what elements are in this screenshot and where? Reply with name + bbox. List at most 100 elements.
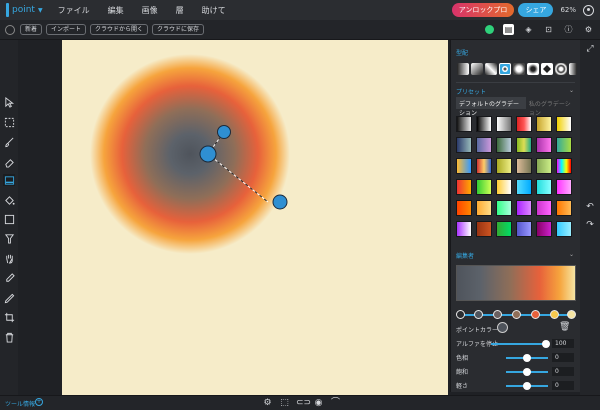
gradient-preset-swatch[interactable] (556, 158, 572, 174)
property-value-field[interactable]: 0 (552, 381, 574, 390)
settings-icon[interactable]: ⚙ (262, 398, 273, 409)
color-stop[interactable] (550, 310, 559, 319)
move-cursor-icon[interactable] (3, 96, 15, 108)
gradient-preset-swatch[interactable] (536, 179, 552, 195)
gradient-preset-swatch[interactable] (456, 116, 472, 132)
menu-help[interactable]: 助けて (193, 5, 235, 16)
gradient-preset-swatch[interactable] (556, 179, 572, 195)
property-value-field[interactable]: 100 (552, 339, 574, 348)
eyedropper-icon[interactable] (3, 272, 15, 284)
property-value-field[interactable]: 0 (552, 353, 574, 362)
color-picker-icon[interactable] (485, 25, 494, 34)
color-stop[interactable] (512, 310, 521, 319)
unlock-pro-button[interactable]: アンロックプロ (451, 3, 515, 17)
trash-icon[interactable] (3, 331, 15, 343)
color-stop[interactable] (567, 310, 576, 319)
tool-info-label[interactable]: ツール情報 (5, 399, 35, 408)
pencil-icon[interactable] (3, 292, 15, 304)
gradient-preset-swatch[interactable] (456, 158, 472, 174)
tab-my-gradients[interactable]: 私のグラデーション (526, 97, 576, 117)
gradient-preset-swatch[interactable] (516, 158, 532, 174)
gradient-preset-swatch[interactable] (496, 221, 512, 237)
more-gradient-type-button[interactable] (569, 63, 577, 75)
info-icon[interactable]: ⓘ (563, 24, 574, 35)
transform-icon[interactable]: ⬚ (279, 398, 290, 409)
curve-icon[interactable]: ⌒ (330, 398, 341, 409)
gradient-preset-swatch[interactable] (536, 137, 552, 153)
gradient-preset-swatch[interactable] (476, 116, 492, 132)
fill-bucket-icon[interactable] (3, 194, 15, 206)
radial-hard-type-button[interactable] (527, 63, 539, 75)
gradient-preset-swatch[interactable] (476, 221, 492, 237)
gradient-preset-swatch[interactable] (496, 116, 512, 132)
gradient-preset-swatch[interactable] (476, 200, 492, 216)
target-icon[interactable]: ◉ (313, 398, 324, 409)
app-logo[interactable]: point ▼ (0, 0, 49, 20)
gradient-panel-icon[interactable]: ▤ (503, 24, 514, 35)
gradient-preset-swatch[interactable] (456, 221, 472, 237)
diamond-gradient-type-button[interactable] (541, 63, 553, 75)
menu-layer[interactable]: 層 (167, 5, 193, 16)
diagonal-gradient-type-button[interactable] (471, 63, 483, 75)
open-cloud-button[interactable]: クラウドから開く (90, 24, 149, 35)
text-ai-icon[interactable]: ⊡ (543, 24, 554, 35)
preset-collapse-chevron-icon[interactable]: ⌄ (569, 87, 574, 94)
gradient-preset-swatch[interactable] (516, 179, 532, 195)
menu-edit[interactable]: 編集 (99, 5, 133, 16)
menu-image[interactable]: 画像 (133, 5, 167, 16)
settings-gear-icon[interactable]: ⚙ (583, 24, 594, 35)
user-avatar-icon[interactable] (583, 4, 594, 16)
color-stop[interactable] (493, 310, 502, 319)
point-color-swatch[interactable] (497, 322, 508, 333)
property-slider-knob[interactable] (523, 354, 531, 362)
brush-icon[interactable] (3, 136, 15, 148)
gradient-preset-swatch[interactable] (496, 200, 512, 216)
eraser-icon[interactable] (3, 156, 15, 168)
text-tool-icon[interactable] (3, 232, 15, 244)
property-slider-knob[interactable] (542, 340, 550, 348)
radial-gradient-type-button-selected[interactable] (499, 63, 511, 75)
marquee-select-icon[interactable] (3, 116, 15, 128)
link-icon[interactable]: ⊂⊃ (296, 398, 311, 409)
shape-rectangle-icon[interactable] (3, 213, 15, 225)
color-stop[interactable] (531, 310, 540, 319)
property-slider-knob[interactable] (523, 382, 531, 390)
color-stop[interactable] (474, 310, 483, 319)
radial-soft-type-button[interactable] (513, 63, 525, 75)
gradient-preset-swatch[interactable] (496, 137, 512, 153)
hand-pan-icon[interactable] (3, 252, 15, 264)
gradient-preset-swatch[interactable] (556, 200, 572, 216)
gradient-preset-swatch[interactable] (476, 137, 492, 153)
gradient-preset-swatch[interactable] (536, 158, 552, 174)
canvas-document[interactable] (62, 40, 448, 395)
gradient-preset-swatch[interactable] (516, 116, 532, 132)
crop-icon[interactable] (3, 311, 15, 323)
gradient-preset-swatch[interactable] (456, 200, 472, 216)
expand-icon[interactable]: ⤢ (585, 44, 595, 54)
property-slider-knob[interactable] (523, 368, 531, 376)
gradient-preset-swatch[interactable] (556, 221, 572, 237)
add-icon[interactable]: + (35, 398, 43, 406)
editor-collapse-chevron-icon[interactable]: ⌄ (569, 251, 574, 258)
ring-gradient-type-button[interactable] (555, 63, 567, 75)
gradient-preset-swatch[interactable] (476, 158, 492, 174)
layers-icon[interactable]: ◈ (523, 24, 534, 35)
reflected-gradient-type-button[interactable] (485, 63, 497, 75)
menu-file[interactable]: ファイル (49, 5, 99, 16)
gradient-artwork[interactable] (62, 40, 448, 395)
gradient-preset-swatch[interactable] (556, 116, 572, 132)
gradient-preset-swatch[interactable] (456, 179, 472, 195)
new-button[interactable]: 新着 (20, 24, 43, 35)
gradient-preset-swatch[interactable] (536, 221, 552, 237)
gradient-preset-swatch[interactable] (516, 200, 532, 216)
property-slider[interactable] (491, 343, 546, 345)
redo-icon[interactable]: ↷ (585, 220, 595, 230)
canvas-area[interactable] (18, 40, 450, 395)
gradient-tool-icon[interactable] (3, 174, 15, 186)
gradient-preset-swatch[interactable] (476, 179, 492, 195)
gradient-preset-swatch[interactable] (536, 116, 552, 132)
gradient-preset-swatch[interactable] (496, 179, 512, 195)
delete-stop-trash-icon[interactable]: 🗑 (559, 322, 570, 332)
property-value-field[interactable]: 0 (552, 367, 574, 376)
gradient-preset-swatch[interactable] (536, 200, 552, 216)
